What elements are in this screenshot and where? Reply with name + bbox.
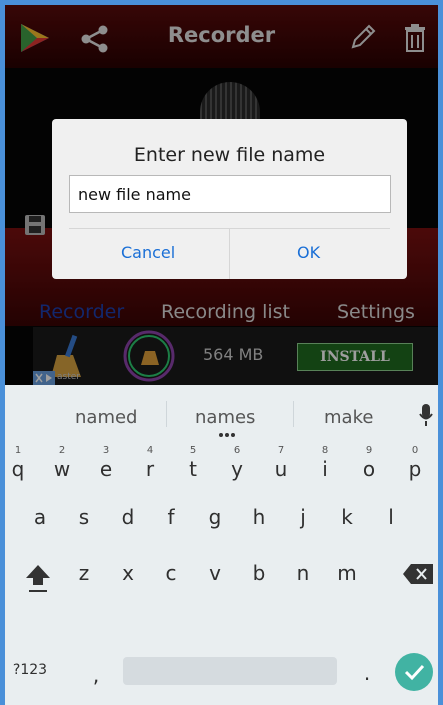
key-hint: 3 xyxy=(102,445,110,456)
comma-key[interactable]: , xyxy=(81,663,111,687)
key-hint: 4 xyxy=(146,445,154,456)
key-hint: 1 xyxy=(14,445,22,456)
key-t[interactable]: t xyxy=(178,457,208,481)
key-l[interactable]: l xyxy=(376,505,406,529)
key-z[interactable]: z xyxy=(69,561,99,585)
suggestion-item[interactable]: names xyxy=(195,407,255,428)
key-n[interactable]: n xyxy=(288,561,318,585)
shift-icon[interactable] xyxy=(25,563,51,593)
key-x[interactable]: x xyxy=(113,561,143,585)
key-g[interactable]: g xyxy=(200,505,230,529)
button-divider xyxy=(229,229,230,279)
key-j[interactable]: j xyxy=(288,505,318,529)
key-hint: 6 xyxy=(233,445,241,456)
cancel-button[interactable]: Cancel xyxy=(121,243,175,262)
dialog-title: Enter new file name xyxy=(133,144,326,166)
key-hint: 8 xyxy=(321,445,329,456)
key-hint: 0 xyxy=(411,445,419,456)
key-u[interactable]: u xyxy=(266,457,296,481)
key-y[interactable]: y xyxy=(222,457,252,481)
key-hint: 2 xyxy=(58,445,66,456)
space-bar[interactable] xyxy=(123,657,337,685)
more-suggestions-icon[interactable] xyxy=(218,432,236,438)
backspace-icon[interactable] xyxy=(403,564,433,584)
enter-button[interactable] xyxy=(395,653,433,691)
file-name-input[interactable] xyxy=(69,175,391,213)
key-v[interactable]: v xyxy=(200,561,230,585)
key-k[interactable]: k xyxy=(332,505,362,529)
key-w[interactable]: w xyxy=(47,457,77,481)
key-hint: 9 xyxy=(365,445,373,456)
key-m[interactable]: m xyxy=(332,561,362,585)
key-c[interactable]: c xyxy=(156,561,186,585)
rename-dialog: Enter new file name Cancel OK xyxy=(52,119,407,279)
key-s[interactable]: s xyxy=(69,505,99,529)
suggestion-separator xyxy=(166,401,167,427)
key-r[interactable]: r xyxy=(135,457,165,481)
suggestion-item[interactable]: named xyxy=(75,407,137,428)
symbols-key[interactable]: ?123 xyxy=(9,662,51,678)
suggestion-separator xyxy=(293,401,294,427)
key-h[interactable]: h xyxy=(244,505,274,529)
key-o[interactable]: o xyxy=(354,457,384,481)
ok-button[interactable]: OK xyxy=(297,243,320,262)
key-a[interactable]: a xyxy=(25,505,55,529)
screen: Recorder Recorder Recording list Setting… xyxy=(5,5,438,705)
soft-keyboard: named names make 1 q 2 w 3 e 4 r 5 t 6 y… xyxy=(5,385,438,705)
period-key[interactable]: . xyxy=(352,661,382,685)
key-p[interactable]: p xyxy=(400,457,430,481)
key-i[interactable]: i xyxy=(310,457,340,481)
key-hint: 5 xyxy=(189,445,197,456)
key-f[interactable]: f xyxy=(156,505,186,529)
key-b[interactable]: b xyxy=(244,561,274,585)
key-e[interactable]: e xyxy=(91,457,121,481)
key-q[interactable]: q xyxy=(5,457,33,481)
suggestion-item[interactable]: make xyxy=(324,407,373,428)
key-hint: 7 xyxy=(277,445,285,456)
microphone-icon[interactable] xyxy=(419,403,433,427)
checkmark-icon xyxy=(404,664,425,681)
key-d[interactable]: d xyxy=(113,505,143,529)
suggestion-bar: named names make xyxy=(5,385,438,437)
